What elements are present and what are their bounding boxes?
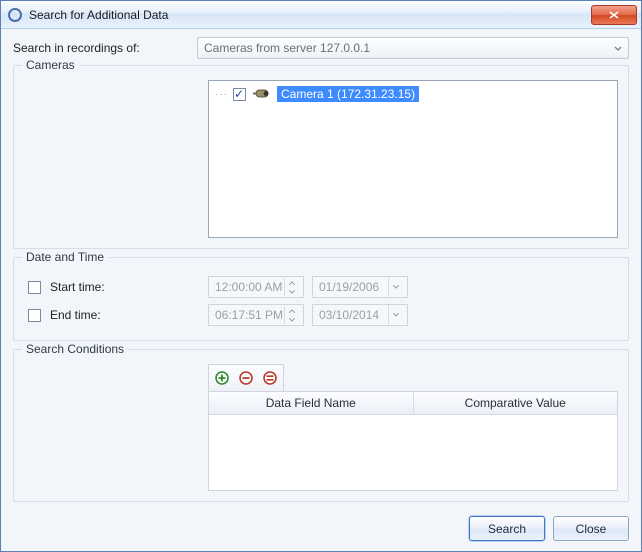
end-time-label: End time: <box>50 308 101 322</box>
date-time-group: Date and Time Start time: 12:00:00 AM 01… <box>13 257 629 341</box>
window-title: Search for Additional Data <box>29 8 591 22</box>
camera-label: Camera 1 (172.31.23.15) <box>277 86 419 102</box>
cameras-tree[interactable]: ··· Camera 1 (172.31.23.15) <box>208 80 618 238</box>
search-button[interactable]: Search <box>469 516 545 541</box>
end-time-input[interactable]: 06:17:51 PM <box>208 304 304 326</box>
spin-down-icon <box>285 287 299 296</box>
clear-all-icon <box>263 371 277 385</box>
end-time-spinner[interactable] <box>284 306 299 324</box>
camera-checkbox[interactable] <box>233 88 246 101</box>
end-date-value: 03/10/2014 <box>319 308 379 322</box>
spin-up-icon <box>285 278 299 287</box>
chevron-down-icon <box>388 277 403 297</box>
window-close-button[interactable] <box>591 5 637 25</box>
title-bar: Search for Additional Data <box>1 1 641 29</box>
dialog-client-area: Search in recordings of: Cameras from se… <box>1 29 641 551</box>
search-in-row: Search in recordings of: Cameras from se… <box>13 37 629 59</box>
cameras-legend: Cameras <box>22 58 79 72</box>
column-comparative-value[interactable]: Comparative Value <box>414 392 618 414</box>
camera-icon <box>253 88 273 100</box>
close-button[interactable]: Close <box>553 516 629 541</box>
start-time-checkbox[interactable] <box>28 281 41 294</box>
chevron-down-icon <box>614 41 622 55</box>
camera-tree-item[interactable]: ··· Camera 1 (172.31.23.15) <box>215 85 611 103</box>
search-in-value: Cameras from server 127.0.0.1 <box>204 41 370 55</box>
cameras-group: Cameras ··· Camera 1 (172.31.23.15) <box>13 65 629 249</box>
end-time-checkbox[interactable] <box>28 309 41 322</box>
remove-condition-button[interactable] <box>235 367 257 389</box>
chevron-down-icon <box>388 305 403 325</box>
lens-icon <box>7 7 23 23</box>
conditions-table[interactable]: Data Field Name Comparative Value <box>208 391 618 491</box>
column-data-field-name[interactable]: Data Field Name <box>209 392 414 414</box>
start-time-value: 12:00:00 AM <box>215 280 282 294</box>
start-time-spinner[interactable] <box>284 278 299 296</box>
start-date-value: 01/19/2006 <box>319 280 379 294</box>
conditions-table-header: Data Field Name Comparative Value <box>209 392 617 415</box>
start-time-label: Start time: <box>50 280 105 294</box>
remove-icon <box>239 371 253 385</box>
start-time-input[interactable]: 12:00:00 AM <box>208 276 304 298</box>
date-time-legend: Date and Time <box>22 250 108 264</box>
search-conditions-group: Search Conditions <box>13 349 629 502</box>
dialog-footer: Search Close <box>13 510 629 541</box>
dialog-window: Search for Additional Data Search in rec… <box>0 0 642 552</box>
search-conditions-legend: Search Conditions <box>22 342 128 356</box>
search-in-dropdown[interactable]: Cameras from server 127.0.0.1 <box>197 37 629 59</box>
conditions-toolbar <box>208 364 284 391</box>
start-date-input[interactable]: 01/19/2006 <box>312 276 408 298</box>
add-icon <box>215 371 229 385</box>
conditions-area: Data Field Name Comparative Value <box>208 364 618 491</box>
start-time-row: Start time: 12:00:00 AM 01/19/2006 <box>24 274 618 300</box>
close-icon <box>609 11 619 19</box>
tree-connector: ··· <box>215 89 225 100</box>
clear-conditions-button[interactable] <box>259 367 281 389</box>
search-in-label: Search in recordings of: <box>13 41 197 55</box>
spin-up-icon <box>285 306 299 315</box>
end-time-value: 06:17:51 PM <box>215 308 283 322</box>
spin-down-icon <box>285 315 299 324</box>
end-time-row: End time: 06:17:51 PM 03/10/2014 <box>24 302 618 328</box>
add-condition-button[interactable] <box>211 367 233 389</box>
end-date-input[interactable]: 03/10/2014 <box>312 304 408 326</box>
